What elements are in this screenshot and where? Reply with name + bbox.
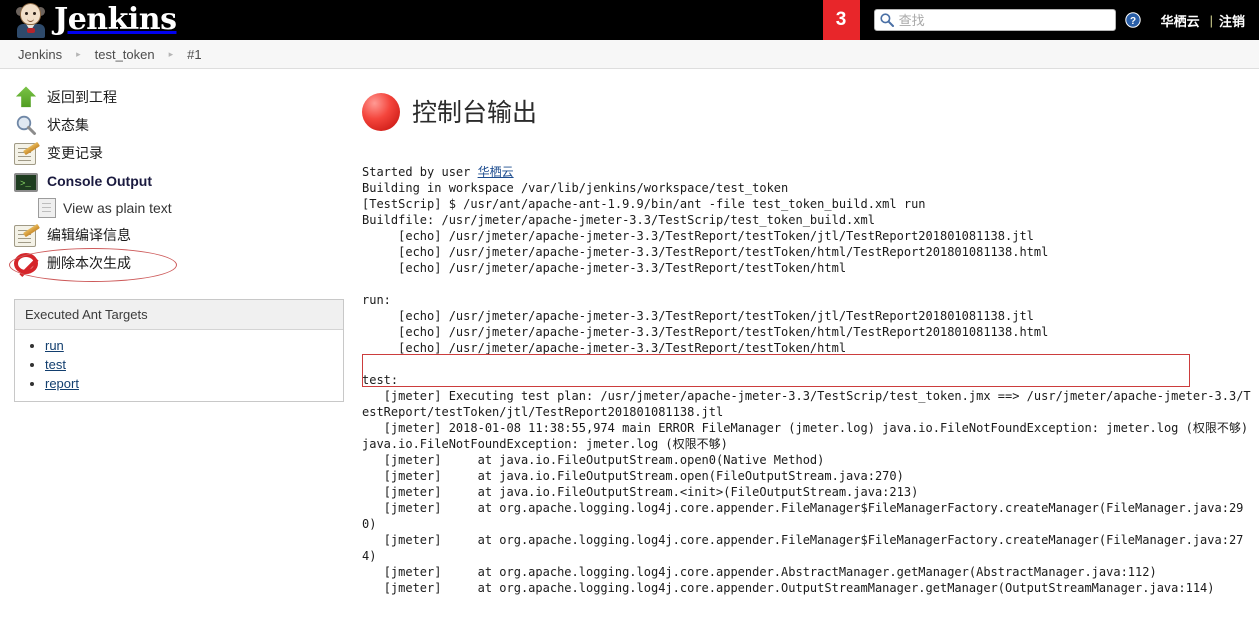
console-log-line: [echo] /usr/jmeter/apache-jmeter-3.3/Tes…	[362, 324, 1049, 339]
console-log-line: [echo] /usr/jmeter/apache-jmeter-3.3/Tes…	[362, 228, 1034, 243]
console-user-link[interactable]: 华栖云	[478, 165, 514, 179]
sidebar-item-console-output[interactable]: >_ Console Output	[0, 167, 362, 195]
search-input[interactable]	[873, 9, 1116, 31]
sidebar-item-delete-build[interactable]: 删除本次生成	[0, 249, 362, 278]
breadcrumb-item-build[interactable]: #1	[187, 47, 201, 62]
sidebar-item-status[interactable]: 状态集	[0, 111, 362, 139]
sidebar-item-label: 删除本次生成	[47, 255, 131, 271]
header-right-group: 3 ? 华栖云 | 注销	[822, 0, 1259, 40]
document-icon	[38, 198, 56, 218]
sidebar-item-view-as-plain-text[interactable]: View as plain text	[0, 195, 362, 221]
console-log-line: [echo] /usr/jmeter/apache-jmeter-3.3/Tes…	[362, 260, 847, 275]
console-log-line	[362, 276, 1251, 292]
sidebar-item-label: 返回到工程	[47, 89, 117, 105]
console-log-line: [echo] /usr/jmeter/apache-jmeter-3.3/Tes…	[362, 340, 847, 355]
console-log-line	[362, 356, 1251, 372]
terminal-icon: >_	[14, 172, 38, 192]
console-output-log: Started by user 华栖云 Building in workspac…	[362, 164, 1259, 596]
ant-target-link[interactable]: report	[45, 376, 79, 391]
list-item: run	[45, 336, 343, 355]
console-log-line: run:	[362, 292, 391, 307]
console-log-line: [jmeter] at java.io.FileOutputStream.ope…	[362, 468, 904, 483]
page-title: 控制台输出	[412, 97, 538, 127]
magnifier-icon	[14, 113, 38, 137]
console-log-line: [TestScrip] $ /usr/ant/apache-ant-1.9.9/…	[362, 196, 926, 211]
list-item: test	[45, 355, 343, 374]
jenkins-butler-logo-icon	[14, 2, 48, 38]
breadcrumb-item-job[interactable]: test_token	[95, 47, 155, 62]
sidebar-item-label: View as plain text	[63, 200, 172, 216]
logout-link[interactable]: 注销	[1219, 11, 1245, 30]
console-log-line: [jmeter] 2018-01-08 11:38:55,974 main ER…	[362, 420, 1256, 451]
sidebar-item-label: Console Output	[47, 173, 152, 189]
build-status-failed-ball-icon	[362, 93, 400, 132]
top-header-bar: Jenkins 3 ? 华栖云 | 注销	[0, 0, 1259, 40]
console-log-line: [jmeter] at java.io.FileOutputStream.<in…	[362, 484, 919, 499]
console-log-line: Buildfile: /usr/jmeter/apache-jmeter-3.3…	[362, 212, 875, 227]
executed-ant-targets-panel: Executed Ant Targets run test report	[14, 299, 344, 402]
ant-targets-list: run test report	[15, 330, 343, 401]
console-log-line: [jmeter] at java.io.FileOutputStream.ope…	[362, 452, 825, 467]
sidebar: 返回到工程 状态集 变更记录 >_ Console Output View as…	[0, 69, 362, 402]
console-log-line: test:	[362, 372, 399, 387]
current-user-link[interactable]: 华栖云	[1161, 11, 1200, 30]
panel-title: Executed Ant Targets	[15, 300, 343, 330]
search-box	[873, 9, 1116, 31]
console-log-line: [jmeter] at org.apache.logging.log4j.cor…	[362, 532, 1244, 563]
build-queue-badge[interactable]: 3	[822, 0, 860, 40]
jenkins-brand-title: Jenkins	[54, 2, 177, 37]
sidebar-item-changes[interactable]: 变更记录	[0, 139, 362, 167]
jenkins-logo-link[interactable]: Jenkins	[0, 0, 177, 40]
sidebar-item-edit-build-information[interactable]: 编辑编译信息	[0, 221, 362, 249]
help-icon[interactable]: ?	[1124, 12, 1141, 28]
ant-target-link[interactable]: run	[45, 338, 64, 353]
prohibition-icon	[14, 253, 39, 278]
console-log-line: [jmeter] Executing test plan: /usr/jmete…	[362, 388, 1251, 419]
console-log-line: [jmeter] at org.apache.logging.log4j.cor…	[362, 564, 1157, 579]
sidebar-item-label: 状态集	[47, 117, 89, 133]
breadcrumb: Jenkins ▸ test_token ▸ #1	[0, 40, 1259, 69]
breadcrumb-separator-icon: ▸	[76, 48, 81, 59]
console-log-line: [jmeter] at org.apache.logging.log4j.cor…	[362, 580, 1215, 595]
sidebar-item-label: 编辑编译信息	[47, 227, 131, 243]
console-log-line: Building in workspace /var/lib/jenkins/w…	[362, 180, 789, 195]
svg-text:?: ?	[1130, 16, 1136, 27]
console-log-line: [echo] /usr/jmeter/apache-jmeter-3.3/Tes…	[362, 308, 1034, 323]
breadcrumb-item-jenkins[interactable]: Jenkins	[18, 47, 62, 62]
list-item: report	[45, 374, 343, 393]
notepad-pencil-icon	[14, 141, 40, 165]
console-title-row: 控制台输出	[362, 83, 1259, 142]
console-log-line: [jmeter] at org.apache.logging.log4j.cor…	[362, 500, 1244, 531]
sidebar-item-label: 变更记录	[47, 145, 103, 161]
sidebar-item-back-to-project[interactable]: 返回到工程	[0, 83, 362, 111]
header-separator: |	[1209, 12, 1213, 28]
ant-target-link[interactable]: test	[45, 357, 66, 372]
main-content: 控制台输出 Started by user 华栖云 Building in wo…	[362, 69, 1259, 608]
up-arrow-icon	[15, 86, 37, 108]
page-body: 返回到工程 状态集 变更记录 >_ Console Output View as…	[0, 69, 1259, 608]
breadcrumb-separator-icon: ▸	[168, 48, 174, 59]
notepad-pencil-icon	[14, 223, 40, 247]
console-log-line: [echo] /usr/jmeter/apache-jmeter-3.3/Tes…	[362, 244, 1049, 259]
console-log-line: Started by user 华栖云	[362, 164, 514, 179]
